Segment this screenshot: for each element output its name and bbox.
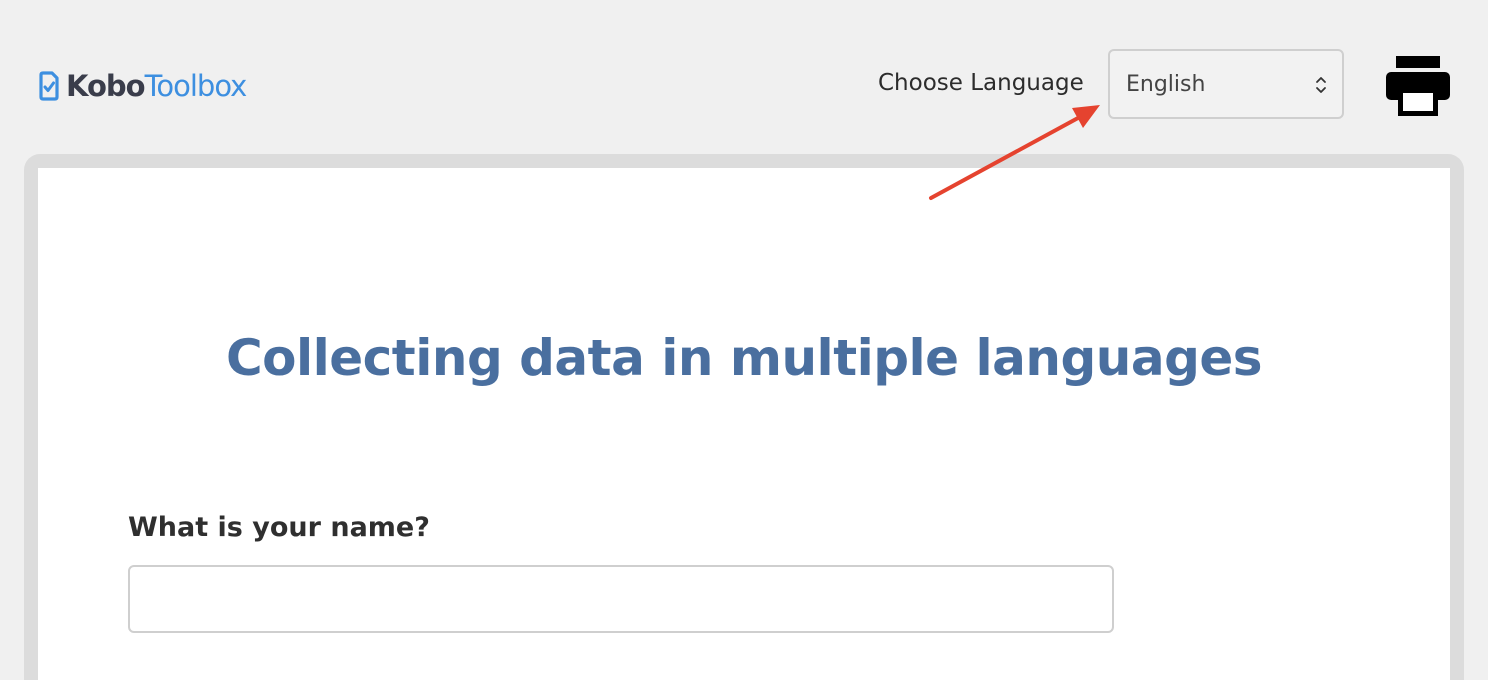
name-input[interactable] — [128, 565, 1114, 633]
logo-text: KoboToolbox — [66, 68, 248, 104]
select-chevron-icon — [1316, 77, 1326, 93]
logo-text-kobo: Kobo — [66, 69, 146, 103]
language-select-value: English — [1126, 71, 1206, 97]
logo-text-toolbox: Toolbox — [144, 69, 248, 103]
choose-language-label: Choose Language — [878, 70, 1084, 96]
question-label-name: What is your name? — [128, 512, 430, 543]
printer-icon[interactable] — [1384, 54, 1452, 118]
kobotoolbox-logo[interactable]: KoboToolbox — [38, 68, 248, 104]
language-select[interactable]: English — [1108, 49, 1344, 119]
page: KoboToolbox Choose Language English Coll… — [0, 0, 1488, 680]
form-title: Collecting data in multiple languages — [225, 329, 1263, 387]
kobo-logo-icon — [39, 71, 59, 101]
